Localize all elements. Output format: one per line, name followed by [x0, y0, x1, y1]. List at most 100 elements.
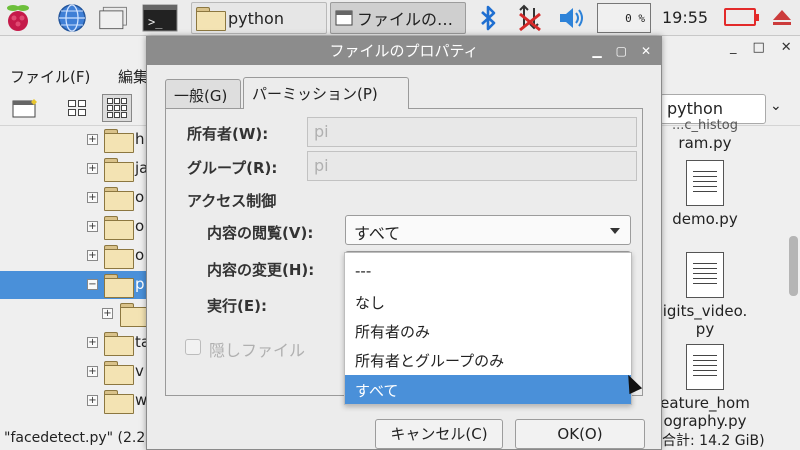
icon-view-button[interactable]: [62, 94, 92, 122]
chevron-down-icon: [610, 228, 620, 234]
group-label: グループ(R):: [187, 159, 278, 177]
file-item[interactable]: eature_hom ography.py: [650, 344, 760, 430]
tab-label: パーミッション(P): [252, 85, 378, 103]
network-disconnected-icon[interactable]: [514, 2, 546, 34]
battery-icon[interactable]: [724, 8, 759, 26]
expand-icon[interactable]: +: [102, 308, 113, 319]
cpu-monitor[interactable]: 0 %: [597, 3, 651, 33]
cancel-button[interactable]: キャンセル(C): [375, 419, 503, 449]
dropdown-option-nobody[interactable]: なし: [345, 287, 631, 316]
expand-icon[interactable]: +: [87, 366, 98, 377]
folder-icon: [104, 216, 134, 240]
tree-item[interactable]: + v: [0, 358, 160, 386]
tab-label: 一般(G): [174, 87, 228, 105]
menu-edit[interactable]: 編集: [118, 66, 148, 87]
new-window-button[interactable]: [10, 94, 40, 122]
expand-icon[interactable]: +: [87, 221, 98, 232]
dropdown-option-owner-only[interactable]: 所有者のみ: [345, 316, 631, 345]
expand-icon[interactable]: +: [87, 337, 98, 348]
folder-icon: [104, 361, 134, 385]
expand-icon[interactable]: +: [87, 250, 98, 261]
selected-value: すべて: [354, 224, 401, 243]
dropdown-option-none-set[interactable]: ---: [345, 257, 631, 286]
dropdown-option-owner-and-group[interactable]: 所有者とグループのみ: [345, 345, 631, 374]
taskbar: >_ python ファイルの… 0 % 19:55: [0, 0, 800, 36]
execute-label: 実行(E):: [207, 297, 267, 315]
chevron-down-icon[interactable]: ⌄: [770, 98, 782, 114]
folder-icon: [120, 303, 150, 327]
dialog-window-controls: ▁ ▢ ✕: [592, 37, 651, 65]
expand-icon[interactable]: +: [87, 163, 98, 174]
bluetooth-icon[interactable]: [472, 2, 504, 34]
terminal-icon[interactable]: >_: [142, 2, 178, 34]
taskbar-task-label: ファイルの…: [357, 10, 454, 29]
python-file-icon: [686, 160, 724, 206]
folder-icon: [104, 245, 134, 269]
view-content-label: 内容の閲覧(V):: [207, 224, 314, 242]
expand-icon[interactable]: +: [87, 192, 98, 203]
tree-item[interactable]: + o: [0, 213, 160, 241]
view-content-select[interactable]: すべて: [345, 215, 631, 245]
svg-text:>_: >_: [148, 15, 163, 29]
expand-icon[interactable]: +: [87, 134, 98, 145]
directory-tree: + h + ja + o + o + o − p + + ta + v + w: [0, 126, 160, 426]
file-name: ram.py: [678, 134, 732, 152]
ok-button[interactable]: OK(O): [515, 419, 645, 449]
folder-icon: [104, 158, 134, 182]
file-manager-icon[interactable]: [98, 2, 130, 34]
folder-icon: [104, 187, 134, 211]
web-browser-icon[interactable]: [56, 2, 88, 34]
minimize-icon[interactable]: _: [730, 40, 753, 55]
tab-general[interactable]: 一般(G): [165, 79, 241, 109]
maximize-icon[interactable]: □: [753, 40, 781, 55]
collapse-icon[interactable]: −: [87, 279, 98, 290]
dropdown-option-everyone[interactable]: すべて: [345, 375, 631, 404]
close-icon[interactable]: ✕: [781, 40, 800, 55]
file-name: igits_video.: [662, 302, 748, 320]
menu-file[interactable]: ファイル(F): [10, 66, 90, 87]
tree-item[interactable]: + ta: [0, 329, 160, 357]
file-name-line2: py: [695, 320, 715, 338]
scrollbar[interactable]: [789, 236, 798, 296]
cpu-usage-text: 0 %: [625, 11, 645, 25]
clock[interactable]: 19:55: [662, 8, 708, 27]
tree-item-selected[interactable]: − p: [0, 271, 160, 299]
tree-item[interactable]: + ja: [0, 155, 160, 183]
raspberry-menu-icon[interactable]: [2, 2, 34, 34]
tree-item[interactable]: + o: [0, 184, 160, 212]
tree-item[interactable]: +: [0, 300, 160, 328]
taskbar-task-label: python: [228, 8, 284, 28]
hidden-file-label: 隠しファイル: [209, 341, 306, 360]
taskbar-task-python[interactable]: python: [191, 2, 327, 34]
change-content-label: 内容の変更(H):: [207, 261, 315, 279]
option-label: ---: [355, 262, 372, 280]
dialog-titlebar[interactable]: ファイルのプロパティ: [147, 37, 661, 65]
tree-item[interactable]: + o: [0, 242, 160, 270]
window-controls[interactable]: _□✕: [730, 40, 800, 55]
tree-item[interactable]: + w: [0, 387, 160, 415]
taskbar-task-file-properties[interactable]: ファイルの…: [330, 2, 466, 34]
dialog-title: ファイルのプロパティ: [329, 42, 479, 60]
file-item[interactable]: igits_video. py: [650, 252, 760, 338]
folder-icon: [104, 274, 134, 298]
file-name: eature_hom: [660, 394, 750, 412]
minimize-icon[interactable]: ▁: [592, 44, 601, 58]
expand-icon[interactable]: +: [87, 395, 98, 406]
tree-item-label: o: [135, 217, 145, 235]
eject-icon[interactable]: [766, 2, 798, 34]
maximize-icon[interactable]: ▢: [616, 44, 627, 58]
tab-permissions[interactable]: パーミッション(P): [243, 77, 409, 109]
option-label: 所有者とグループのみ: [355, 352, 505, 370]
thumbnail-view-button[interactable]: [102, 94, 132, 122]
file-name: demo.py: [672, 210, 738, 228]
tree-item[interactable]: + h: [0, 126, 160, 154]
volume-icon[interactable]: [556, 2, 588, 34]
file-item[interactable]: demo.py: [650, 160, 760, 228]
status-disk: 合計: 14.2 GiB): [662, 433, 765, 449]
hidden-file-checkbox[interactable]: [185, 339, 201, 355]
window-icon: [335, 10, 353, 26]
status-selection: "facedetect.py" (2.2: [4, 430, 146, 446]
file-item[interactable]: ...c_histog ram.py: [650, 118, 760, 152]
option-label: すべて: [355, 382, 399, 400]
close-icon[interactable]: ✕: [641, 44, 651, 58]
